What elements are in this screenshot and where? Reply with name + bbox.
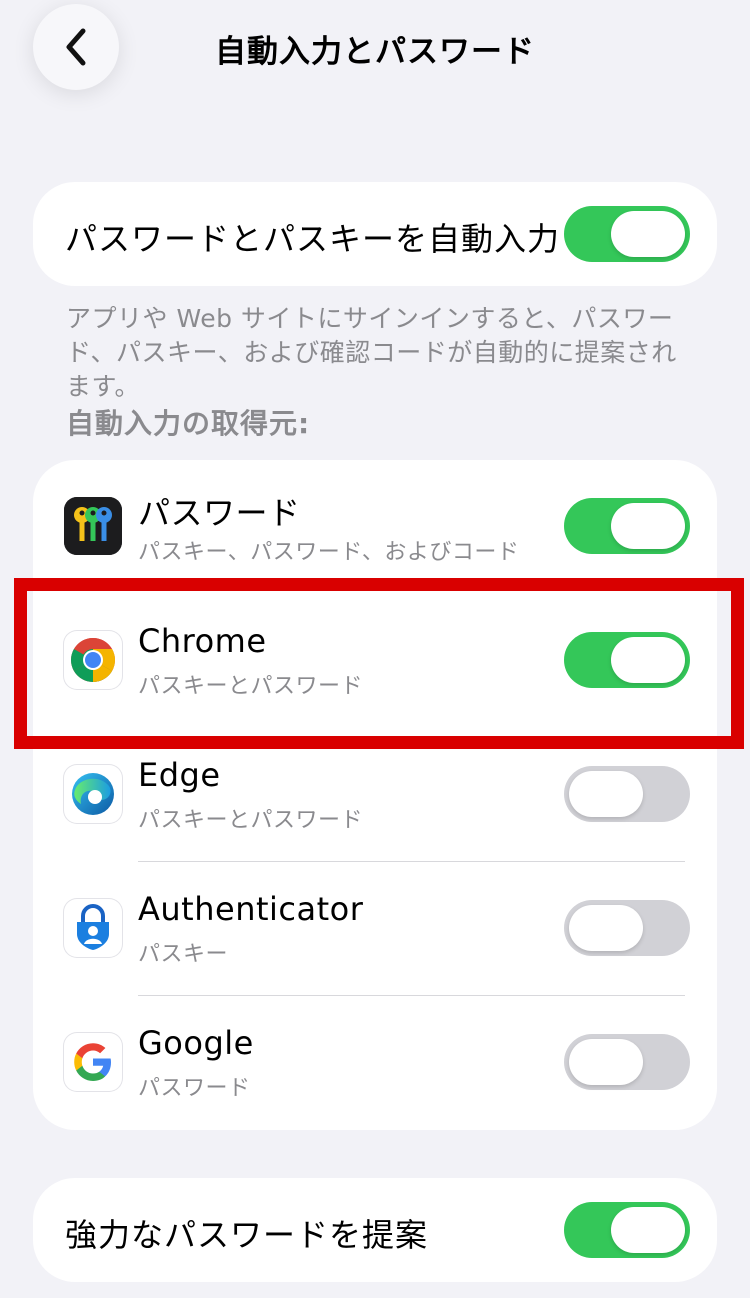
sources-card: パスワード パスキー、パスワード、およびコード Chrome パスキーとパスワー… xyxy=(33,460,717,1130)
source-name: Google xyxy=(138,1024,254,1062)
autofill-footnote: アプリや Web サイトにサインインすると、パスワード、パスキー、および確認コー… xyxy=(66,304,677,401)
strong-password-toggle[interactable] xyxy=(564,1202,690,1258)
passwords-keys-icon xyxy=(64,497,122,555)
passwords-toggle[interactable] xyxy=(564,498,690,554)
source-row-authenticator: Authenticator パスキー xyxy=(33,862,717,996)
chrome-highlight-box xyxy=(14,578,744,749)
strong-password-label: 強力なパスワードを提案 xyxy=(65,1216,429,1254)
toggle-knob xyxy=(611,503,685,549)
authenticator-toggle[interactable] xyxy=(564,900,690,956)
source-name: Edge xyxy=(138,756,221,794)
page-title: 自動入力とパスワード xyxy=(215,34,535,70)
autofill-toggle[interactable] xyxy=(564,206,690,262)
autofill-card: パスワードとパスキーを自動入力 xyxy=(33,182,717,286)
toggle-knob xyxy=(569,1039,643,1085)
source-subtitle: パスキー、パスワード、およびコード xyxy=(138,540,520,565)
source-name: Authenticator xyxy=(138,890,364,928)
source-row-passwords: パスワード パスキー、パスワード、およびコード xyxy=(33,460,717,594)
sources-header: 自動入力の取得元: xyxy=(66,407,311,440)
source-subtitle: パスワード xyxy=(138,1076,251,1101)
authenticator-icon xyxy=(64,899,122,957)
source-row-google: Google パスワード xyxy=(33,996,717,1130)
toggle-knob xyxy=(611,1207,685,1253)
source-subtitle: パスキーとパスワード xyxy=(138,808,364,833)
source-name: パスワード xyxy=(138,494,301,532)
toggle-knob xyxy=(569,905,643,951)
edge-icon xyxy=(64,765,122,823)
google-toggle[interactable] xyxy=(564,1034,690,1090)
strong-password-card: 強力なパスワードを提案 xyxy=(33,1178,717,1282)
toggle-knob xyxy=(569,771,643,817)
google-icon xyxy=(64,1033,122,1091)
toggle-knob xyxy=(611,211,685,257)
edge-toggle[interactable] xyxy=(564,766,690,822)
autofill-label: パスワードとパスキーを自動入力 xyxy=(65,220,561,258)
source-subtitle: パスキー xyxy=(138,942,229,967)
